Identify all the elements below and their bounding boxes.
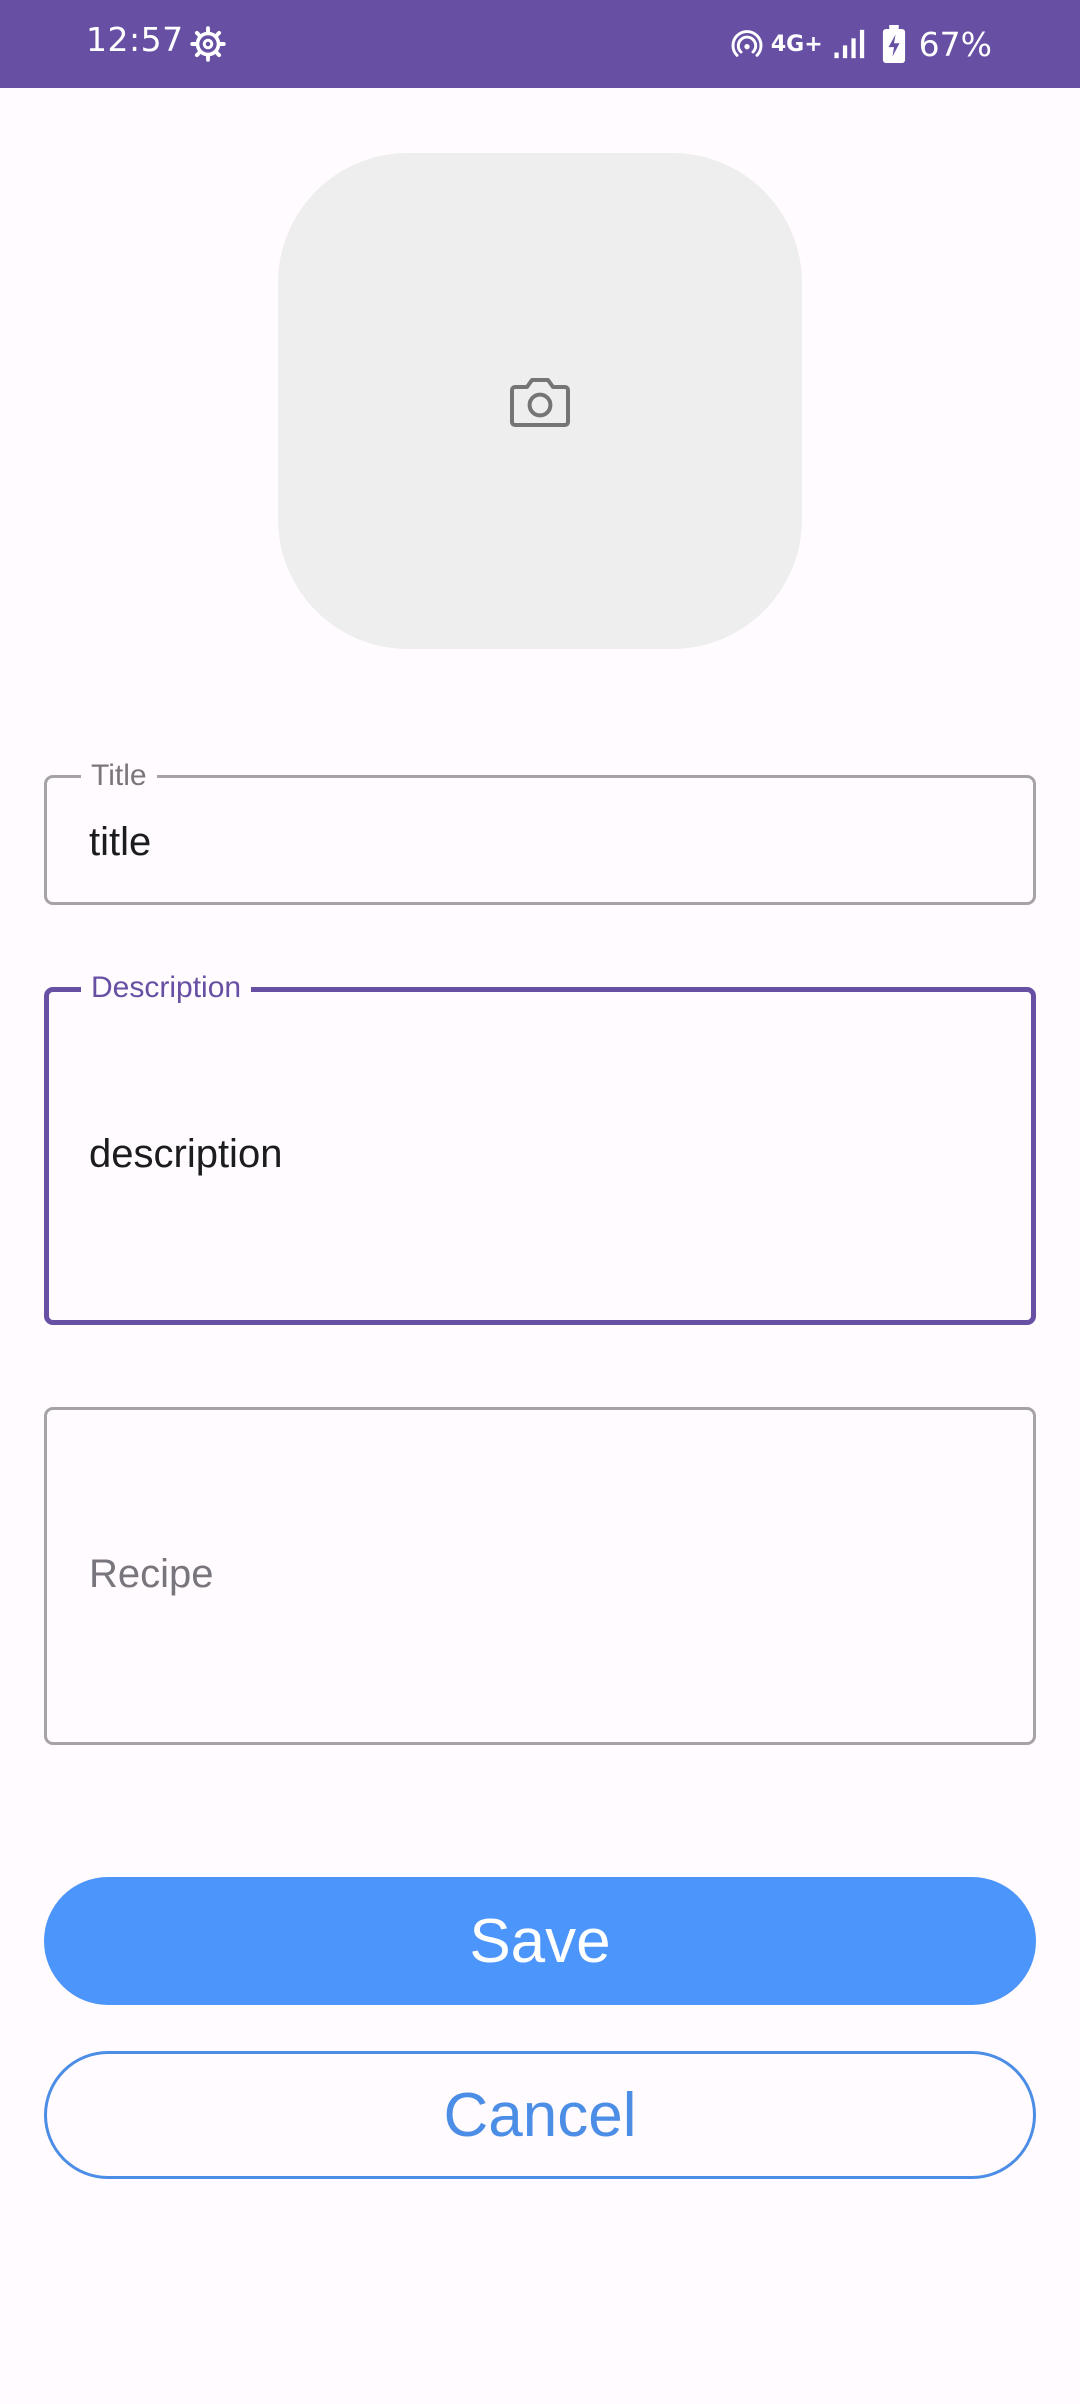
description-field[interactable]: Description description <box>44 971 1036 1325</box>
camera-icon <box>510 378 570 427</box>
description-field-label: Description <box>81 971 252 1005</box>
photo-picker[interactable] <box>278 153 802 649</box>
settings-gear-icon <box>190 26 226 62</box>
description-input-value[interactable]: description <box>89 1132 282 1177</box>
recipe-placeholder: Recipe <box>89 1552 214 1596</box>
recipe-field[interactable]: Recipe <box>44 1407 1036 1745</box>
network-type-label: 4G+ <box>770 31 823 57</box>
status-icons: 4G+ 67% <box>731 18 992 70</box>
status-time: 12:57 <box>86 20 184 59</box>
status-bar: 12:57 4G+ 67% <box>0 0 1080 88</box>
save-button[interactable]: Save <box>44 1877 1036 2005</box>
hotspot-icon <box>731 30 763 57</box>
signal-icon <box>834 29 864 59</box>
battery-percentage: 67% <box>918 24 992 64</box>
battery-charging-icon <box>882 25 905 63</box>
title-field[interactable]: Title title <box>44 759 1036 905</box>
cancel-button[interactable]: Cancel <box>44 2051 1036 2179</box>
title-field-label: Title <box>81 759 157 793</box>
title-input-value[interactable]: title <box>89 820 151 865</box>
